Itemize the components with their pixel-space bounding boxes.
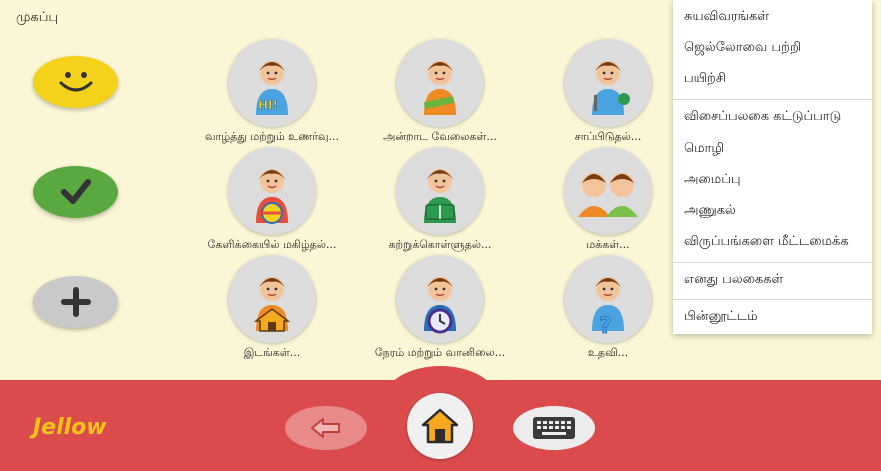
menu-item-accessibility[interactable]: அணுகல்: [684, 203, 736, 219]
more-button[interactable]: [33, 276, 118, 328]
home-icon: [421, 408, 459, 444]
tile-image[interactable]: [228, 255, 316, 343]
tile-label: வாழ்த்து மற்றும் உணர்வு...: [205, 130, 339, 143]
keyboard-icon: [533, 417, 575, 439]
svg-text:?: ?: [599, 314, 612, 335]
menu-item-tutorial[interactable]: பயிற்சி: [684, 71, 726, 87]
tile-label: கேளிக்கையில் மகிழ்தல்...: [207, 238, 337, 251]
menu-item-profiles[interactable]: சுயவிவரங்கள்: [684, 9, 769, 25]
logo-text: Jellow: [33, 415, 107, 440]
category-tile[interactable]: இடங்கள்...: [182, 255, 362, 361]
back-button[interactable]: [285, 406, 367, 450]
menu-item-reset-preferences[interactable]: விருப்பங்களை மீட்டமைக்க: [684, 234, 849, 250]
menu-item-feedback[interactable]: பின்னூட்டம்: [684, 309, 758, 325]
category-tile[interactable]: மக்கள்...: [518, 147, 698, 253]
jellow-logo: Jellow: [33, 415, 107, 440]
overflow-menu: சுயவிவரங்கள் ஜெல்லோவை பற்றி பயிற்சி விசை…: [673, 0, 872, 334]
category-tile[interactable]: கேளிக்கையில் மகிழ்தல்...: [182, 147, 362, 253]
like-button[interactable]: [33, 56, 118, 108]
help-boy-question-icon: ?: [592, 277, 624, 335]
category-tile[interactable]: அன்றாட வேலைகள்...: [350, 39, 530, 145]
tile-image[interactable]: HI!: [228, 39, 316, 127]
menu-divider: [673, 99, 872, 100]
svg-text:HI!: HI!: [258, 98, 278, 112]
menu-item-language[interactable]: மொழி: [684, 141, 724, 157]
tile-image[interactable]: [396, 39, 484, 127]
eating-boy-icon: [592, 61, 630, 115]
places-boy-house-icon: [253, 277, 291, 332]
page-title: முகப்பு: [16, 10, 59, 25]
keyboard-button[interactable]: [513, 406, 595, 450]
tile-label: உதவி...: [587, 346, 629, 359]
tile-image[interactable]: [564, 147, 652, 235]
tile-image[interactable]: ?: [564, 255, 652, 343]
smiley-icon: [59, 72, 92, 92]
menu-divider: [673, 299, 872, 300]
fun-boy-ball-icon: [256, 169, 288, 224]
menu-item-settings[interactable]: அமைப்பு: [684, 172, 741, 188]
tile-image[interactable]: [396, 255, 484, 343]
back-arrow-icon: [311, 418, 340, 438]
menu-divider: [673, 262, 872, 263]
category-tile[interactable]: நேரம் மற்றும் வானிலை...: [350, 255, 530, 361]
tile-image[interactable]: [228, 147, 316, 235]
menu-item-my-boards[interactable]: எனது பலகைகள்: [684, 272, 783, 288]
tile-label: இடங்கள்...: [243, 346, 301, 359]
tile-label: மக்கள்...: [586, 238, 630, 251]
plus-icon: [60, 287, 91, 317]
tile-label: அன்றாட வேலைகள்...: [383, 130, 497, 143]
menu-item-keyboard-control[interactable]: விசைப்பலகை கட்டுப்பாடு: [684, 109, 841, 125]
tile-image[interactable]: [396, 147, 484, 235]
tile-label: நேரம் மற்றும் வானிலை...: [374, 346, 506, 359]
time-boy-clock-icon: [424, 277, 456, 334]
tile-label: சாப்பிடுதல்...: [574, 130, 642, 143]
menu-item-about[interactable]: ஜெல்லோவை பற்றி: [684, 40, 801, 56]
people-two-kids-icon: [578, 173, 638, 217]
yes-button[interactable]: [33, 166, 118, 218]
tile-label: கற்றுக்கொள்ளுதல்...: [388, 238, 492, 251]
daily-activities-boy-icon: [424, 61, 456, 115]
checkmark-icon: [60, 179, 91, 204]
category-tile[interactable]: HI! வாழ்த்து மற்றும் உணர்வு...: [182, 39, 362, 145]
home-button[interactable]: [407, 393, 473, 459]
category-tile[interactable]: கற்றுக்கொள்ளுதல்...: [350, 147, 530, 253]
category-tile[interactable]: ? உதவி...: [518, 255, 698, 361]
tile-image[interactable]: [564, 39, 652, 127]
learning-boy-book-icon: [424, 169, 456, 223]
greeting-boy-icon: HI!: [256, 61, 288, 115]
category-tile[interactable]: சாப்பிடுதல்...: [518, 39, 698, 145]
